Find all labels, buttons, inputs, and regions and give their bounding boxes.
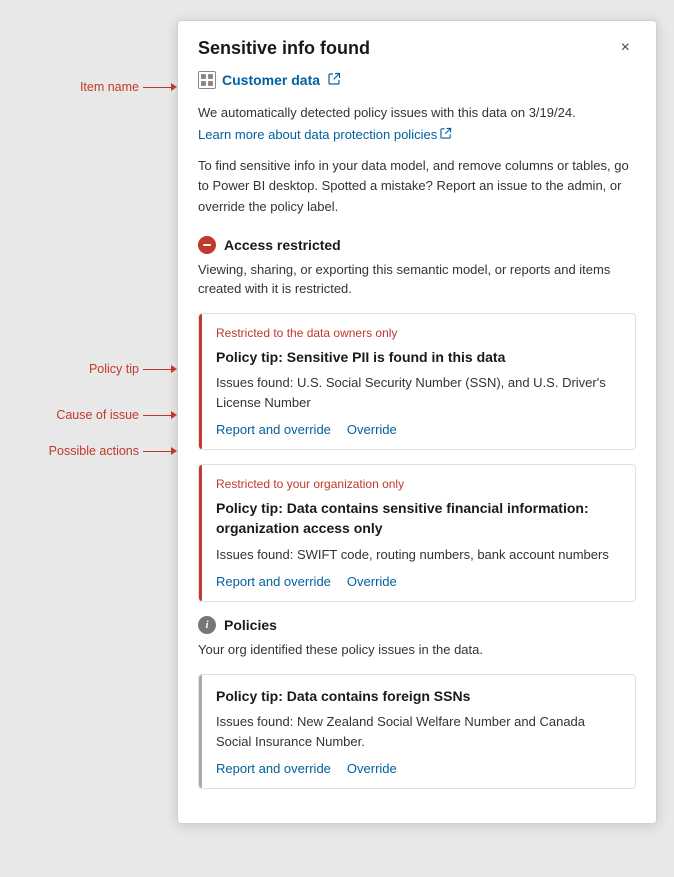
item-name-annotation-label: Item name	[80, 80, 139, 94]
actions-row-1: Report and override Override	[216, 422, 621, 437]
item-name-row: Customer data	[198, 71, 636, 89]
restricted-label-1: Restricted to the data owners only	[216, 326, 621, 340]
restricted-label-2: Restricted to your organization only	[216, 477, 621, 491]
report-override-button-2[interactable]: Report and override	[216, 574, 331, 589]
report-override-button-1[interactable]: Report and override	[216, 422, 331, 437]
cause-of-issue-annotation-label: Cause of issue	[56, 408, 139, 422]
report-override-button-neutral-1[interactable]: Report and override	[216, 761, 331, 776]
policies-section-description: Your org identified these policy issues …	[198, 640, 636, 660]
policy-tip-annotation-label: Policy tip	[89, 362, 139, 376]
policies-section-title: Policies	[224, 617, 277, 633]
external-link-icon[interactable]	[328, 72, 341, 88]
policies-section: i Policies Your org identified these pol…	[198, 616, 636, 789]
panel-title: Sensitive info found	[198, 38, 370, 59]
learn-more-link[interactable]: Learn more about data protection policie…	[198, 127, 452, 142]
policy-tip-title-1: Policy tip: Sensitive PII is found in th…	[216, 348, 621, 368]
access-restricted-title: Access restricted	[224, 237, 341, 253]
actions-row-neutral-1: Report and override Override	[216, 761, 621, 776]
issues-found-1: Issues found: U.S. Social Security Numbe…	[216, 373, 621, 412]
policy-card-2: Restricted to your organization only Pol…	[198, 464, 636, 602]
close-button[interactable]: ×	[615, 37, 636, 59]
policy-card-neutral-1-inner: Policy tip: Data contains foreign SSNs I…	[199, 675, 635, 789]
auto-detect-text: We automatically detected policy issues …	[198, 103, 636, 123]
sensitive-info-panel: Sensitive info found × Customer data	[177, 20, 657, 824]
possible-actions-annotation: Possible actions	[49, 444, 177, 458]
policy-tip-title-2: Policy tip: Data contains sensitive fina…	[216, 499, 621, 538]
policies-section-header: i Policies	[198, 616, 636, 634]
policy-card-1-inner: Restricted to the data owners only Polic…	[199, 314, 635, 450]
possible-actions-annotation-label: Possible actions	[49, 444, 139, 458]
policy-tip-annotation: Policy tip	[89, 362, 177, 376]
cause-of-issue-annotation: Cause of issue	[56, 408, 177, 422]
panel-body: Customer data We automatically detected …	[178, 71, 656, 823]
policy-card-2-inner: Restricted to your organization only Pol…	[199, 465, 635, 601]
info-icon: i	[198, 616, 216, 634]
override-button-neutral-1[interactable]: Override	[347, 761, 397, 776]
access-restricted-description: Viewing, sharing, or exporting this sema…	[198, 260, 636, 299]
policy-card-neutral-1: Policy tip: Data contains foreign SSNs I…	[198, 674, 636, 790]
issues-found-2: Issues found: SWIFT code, routing number…	[216, 545, 621, 565]
panel-header: Sensitive info found ×	[178, 21, 656, 71]
description-text: To find sensitive info in your data mode…	[198, 156, 636, 218]
learn-more-text: Learn more about data protection policie…	[198, 127, 437, 142]
learn-more-external-icon	[440, 127, 452, 142]
override-button-1[interactable]: Override	[347, 422, 397, 437]
issues-found-neutral-1: Issues found: New Zealand Social Welfare…	[216, 712, 621, 751]
policy-tip-title-neutral-1: Policy tip: Data contains foreign SSNs	[216, 687, 621, 707]
item-type-icon	[198, 71, 216, 89]
item-name-annotation: Item name	[80, 80, 177, 94]
restricted-icon	[198, 236, 216, 254]
policy-card-1: Restricted to the data owners only Polic…	[198, 313, 636, 451]
access-restricted-header: Access restricted	[198, 236, 636, 254]
actions-row-2: Report and override Override	[216, 574, 621, 589]
item-name-link[interactable]: Customer data	[222, 72, 320, 88]
override-button-2[interactable]: Override	[347, 574, 397, 589]
